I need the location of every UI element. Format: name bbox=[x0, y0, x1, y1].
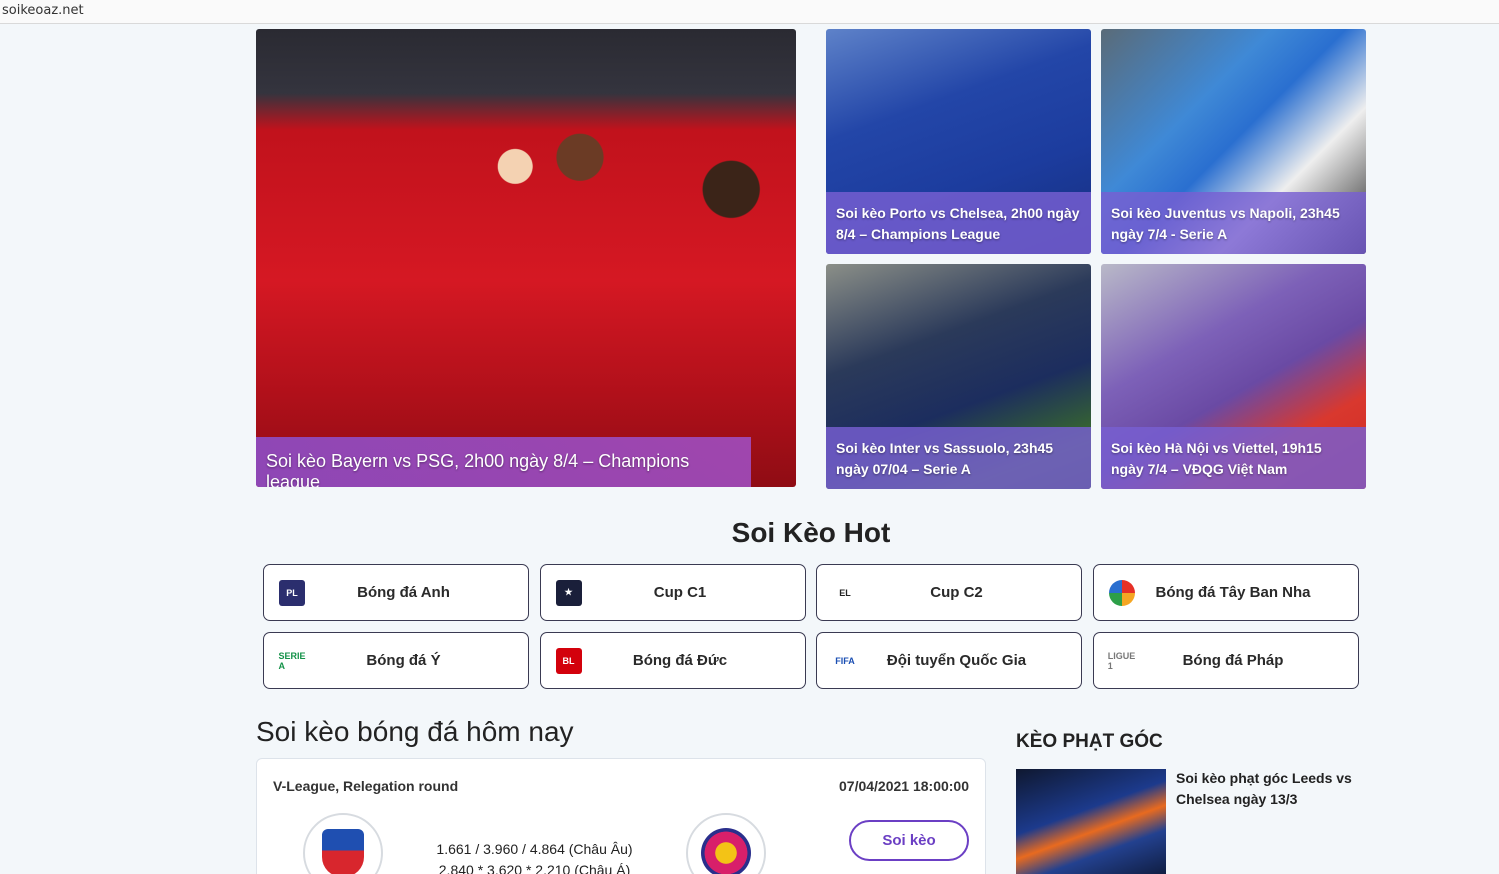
serie-a-icon: SERIE A bbox=[278, 650, 306, 671]
featured-main-caption: Soi kèo Bayern vs PSG, 2h00 ngày 8/4 – C… bbox=[256, 437, 751, 487]
league-button-c1[interactable]: ★ Cup C1 bbox=[539, 564, 806, 621]
odds-asia: 2.840 * 3.620 * 2.210 (Châu Á) bbox=[438, 862, 631, 874]
laliga-icon bbox=[1108, 579, 1135, 606]
league-label: Bóng đá Ý bbox=[366, 652, 441, 669]
corner-article-link[interactable]: Soi kèo phạt góc Leeds vs Chelsea ngày 1… bbox=[1176, 768, 1361, 810]
league-button-national[interactable]: FIFA Đội tuyển Quốc Gia bbox=[816, 632, 1082, 689]
hot-section-title: Soi Kèo Hot bbox=[731, 517, 891, 548]
featured-caption-1: Soi kèo Porto vs Chelsea, 2h00 ngày 8/4 … bbox=[826, 192, 1091, 254]
featured-article-1[interactable]: Soi kèo Porto vs Chelsea, 2h00 ngày 8/4 … bbox=[826, 29, 1091, 254]
away-team-logo[interactable] bbox=[686, 813, 766, 874]
featured-article-3[interactable]: Soi kèo Inter vs Sassuolo, 23h45 ngày 07… bbox=[826, 264, 1091, 489]
browser-url-bar[interactable]: soikeoaz.net bbox=[0, 0, 1499, 24]
europa-league-icon: EL bbox=[839, 587, 851, 598]
league-button-england[interactable]: PL Bóng đá Anh bbox=[263, 564, 529, 621]
featured-caption-3: Soi kèo Inter vs Sassuolo, 23h45 ngày 07… bbox=[826, 427, 1091, 489]
match-odds: 1.661 / 3.960 / 4.864 (Châu Âu) 2.840 * … bbox=[402, 839, 667, 874]
league-label: Bóng đá Đức bbox=[632, 652, 728, 669]
league-label: Bóng đá Pháp bbox=[1182, 652, 1284, 669]
league-label: Cup C1 bbox=[653, 584, 707, 601]
featured-caption-4: Soi kèo Hà Nội vs Viettel, 19h15 ngày 7/… bbox=[1101, 427, 1366, 489]
fifa-icon: FIFA bbox=[835, 655, 855, 666]
ligue1-icon: LIGUE 1 bbox=[1107, 650, 1136, 671]
away-crest-icon bbox=[701, 828, 751, 874]
league-button-germany[interactable]: BL Bóng đá Đức bbox=[539, 632, 806, 689]
league-label: Bóng đá Tây Ban Nha bbox=[1155, 584, 1311, 601]
league-button-france[interactable]: LIGUE 1 Bóng đá Pháp bbox=[1092, 632, 1359, 689]
soi-keo-button[interactable]: Soi kèo bbox=[849, 820, 969, 861]
league-button-c2[interactable]: EL Cup C2 bbox=[816, 564, 1082, 621]
corner-kick-section-title: KÈO PHẠT GÓC bbox=[1016, 731, 1163, 752]
league-button-spain[interactable]: Bóng đá Tây Ban Nha bbox=[1092, 564, 1359, 621]
league-label: Cup C2 bbox=[930, 584, 983, 601]
champions-league-icon: ★ bbox=[555, 579, 582, 606]
featured-article-2[interactable]: Soi kèo Juventus vs Napoli, 23h45 ngày 7… bbox=[1101, 29, 1366, 254]
url-text: soikeoaz.net bbox=[2, 3, 84, 18]
featured-main-image bbox=[256, 29, 796, 487]
league-button-italy[interactable]: SERIE A Bóng đá Ý bbox=[263, 632, 529, 689]
premier-league-icon: PL bbox=[279, 579, 305, 606]
odds-europe: 1.661 / 3.960 / 4.864 (Châu Âu) bbox=[436, 841, 633, 857]
home-team-logo[interactable] bbox=[303, 813, 383, 874]
home-crest-icon bbox=[322, 829, 364, 874]
bundesliga-icon: BL bbox=[555, 647, 582, 674]
match-card: V-League, Relegation round 07/04/2021 18… bbox=[256, 758, 986, 874]
match-league: V-League, Relegation round bbox=[273, 778, 459, 794]
featured-main-article[interactable]: Soi kèo Bayern vs PSG, 2h00 ngày 8/4 – C… bbox=[256, 29, 796, 487]
featured-caption-2: Soi kèo Juventus vs Napoli, 23h45 ngày 7… bbox=[1101, 192, 1366, 254]
corner-article-thumbnail[interactable] bbox=[1016, 769, 1166, 874]
league-grid: PL Bóng đá Anh ★ Cup C1 EL Cup C2 Bóng đ… bbox=[263, 564, 1359, 689]
league-label: Bóng đá Anh bbox=[357, 584, 450, 601]
league-label: Đội tuyển Quốc Gia bbox=[886, 652, 1027, 669]
today-section-title: Soi kèo bóng đá hôm nay bbox=[256, 716, 574, 747]
featured-article-4[interactable]: Soi kèo Hà Nội vs Viettel, 19h15 ngày 7/… bbox=[1101, 264, 1366, 489]
match-datetime: 07/04/2021 18:00:00 bbox=[839, 778, 969, 794]
